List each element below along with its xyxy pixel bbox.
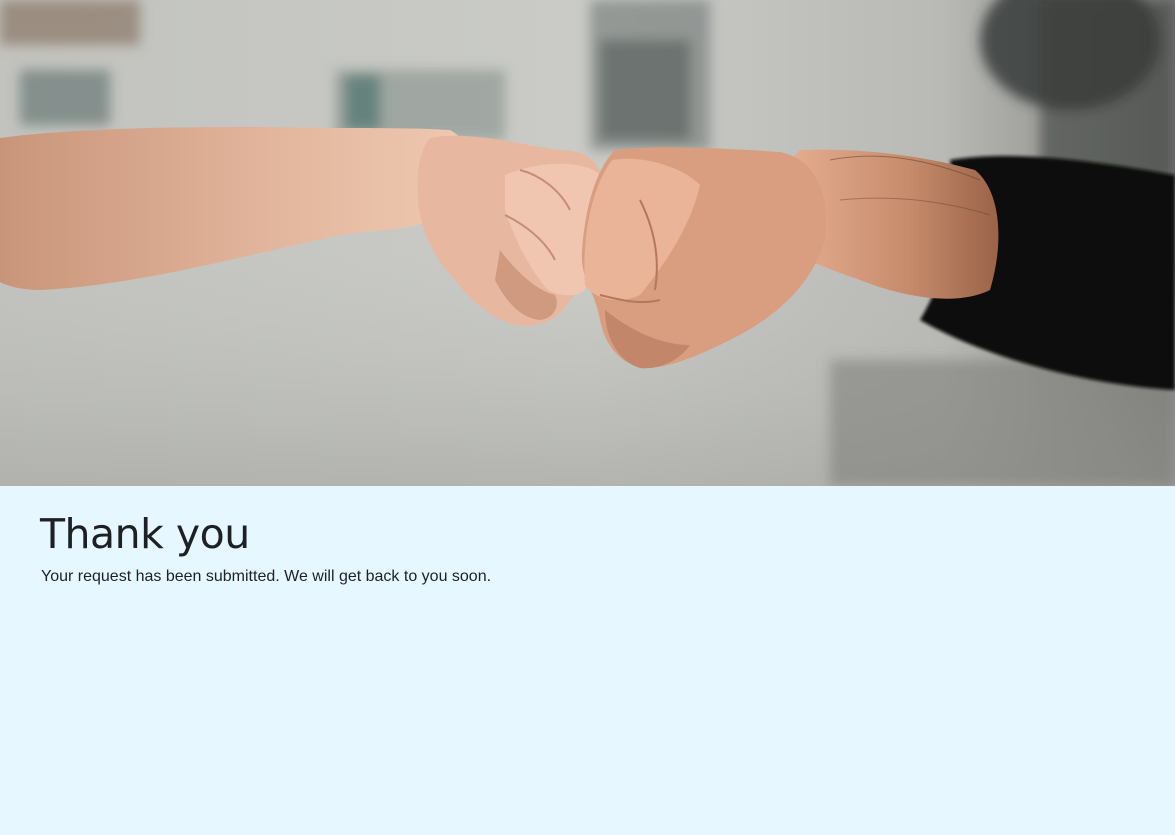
fist-bump-photo-icon	[0, 0, 1175, 486]
page-title: Thank you	[40, 510, 250, 558]
hero-image	[0, 0, 1175, 486]
confirmation-panel: Thank you Your request has been submitte…	[0, 486, 1175, 835]
thank-you-page: Thank you Your request has been submitte…	[0, 0, 1175, 835]
confirmation-message: Your request has been submitted. We will…	[41, 568, 492, 585]
